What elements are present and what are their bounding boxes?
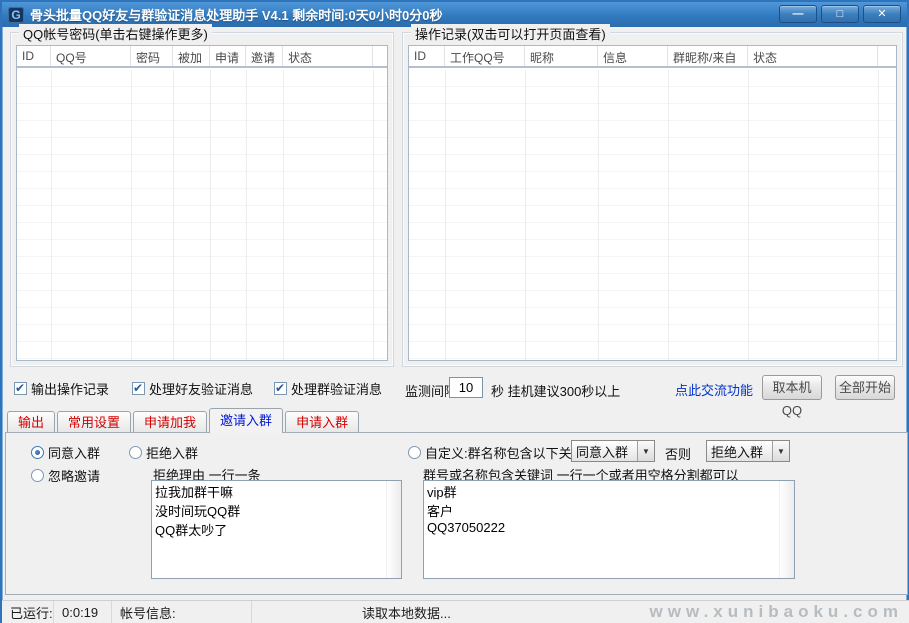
control-bar: 输出操作记录 处理好友验证消息 处理群验证消息 监测间隔 秒 挂机建议300秒以…: [2, 372, 909, 404]
get-local-qq-button[interactable]: 取本机QQ: [762, 375, 822, 400]
chevron-down-icon[interactable]: ▼: [772, 441, 789, 461]
checkbox-group-verify[interactable]: 处理群验证消息: [274, 378, 382, 398]
interval-suffix: 秒 挂机建议300秒以上: [491, 381, 620, 400]
col-id: ID: [17, 46, 51, 66]
col-status: 状态: [283, 46, 373, 66]
checkbox-icon[interactable]: [14, 382, 27, 395]
tab-apply-to-group[interactable]: 申请入群: [285, 411, 359, 433]
records-table-body[interactable]: [409, 70, 896, 360]
reject-reasons-textarea[interactable]: 拉我加群干嘛 没时间玩QQ群 QQ群太吵了: [152, 481, 401, 578]
close-icon[interactable]: ✕: [863, 5, 901, 23]
window-title: 骨头批量QQ好友与群验证消息处理助手 V4.1 剩余时间:0天0小时0分0秒: [30, 5, 442, 24]
col-added: 被加: [173, 46, 210, 66]
else-action-select[interactable]: 拒绝入群 ▼: [706, 440, 790, 462]
col-status: 状态: [748, 46, 878, 66]
col-message: 信息: [598, 46, 668, 66]
keywords-textarea[interactable]: vip群 客户 QQ37050222: [424, 481, 794, 578]
checkbox-icon[interactable]: [132, 382, 145, 395]
accounts-table[interactable]: ID QQ号 密码 被加 申请 邀请 状态: [16, 45, 388, 361]
accounts-table-body[interactable]: [17, 70, 387, 360]
chat-feature-link[interactable]: 点此交流功能: [675, 380, 753, 399]
accounts-table-header: ID QQ号 密码 被加 申请 邀请 状态: [17, 46, 387, 68]
radio-icon[interactable]: [129, 446, 142, 459]
col-id: ID: [409, 46, 445, 66]
reject-reasons-field-wrap: 拉我加群干嘛 没时间玩QQ群 QQ群太吵了: [151, 480, 402, 579]
radio-icon[interactable]: [31, 446, 44, 459]
col-work-qq: 工作QQ号: [445, 46, 525, 66]
app-icon: G: [8, 7, 24, 23]
tab-invite-to-group[interactable]: 邀请入群: [209, 408, 283, 433]
accounts-groupbox: QQ帐号密码(单击右键操作更多) ID QQ号 密码 被加 申请 邀请 状态: [10, 32, 394, 367]
radio-custom-keywords[interactable]: 自定义:群名称包含以下关键词: [408, 443, 598, 462]
otherwise-label: 否则: [665, 444, 691, 463]
tab-apply-add-me[interactable]: 申请加我: [133, 411, 207, 433]
watermark-text: www.xunibaoku.com: [650, 602, 903, 622]
col-group-from: 群昵称/来自: [668, 46, 748, 66]
match-action-select[interactable]: 同意入群 ▼: [571, 440, 655, 462]
status-message: 读取本地数据...: [252, 601, 459, 623]
accounts-groupbox-title: QQ帐号密码(单击右键操作更多): [19, 24, 212, 43]
chevron-down-icon[interactable]: ▼: [637, 441, 654, 461]
col-password: 密码: [131, 46, 173, 66]
col-invite: 邀请: [246, 46, 283, 66]
radio-ignore-invite[interactable]: 忽略邀请: [31, 466, 100, 485]
col-qq: QQ号: [51, 46, 131, 66]
keywords-field-wrap: vip群 客户 QQ37050222: [423, 480, 795, 579]
radio-agree-join[interactable]: 同意入群: [31, 443, 100, 462]
radio-icon[interactable]: [408, 446, 421, 459]
maximize-icon[interactable]: □: [821, 5, 859, 23]
records-table-header: ID 工作QQ号 昵称 信息 群昵称/来自 状态: [409, 46, 896, 68]
app-window: G 骨头批量QQ好友与群验证消息处理助手 V4.1 剩余时间:0天0小时0分0秒…: [0, 0, 909, 623]
radio-icon[interactable]: [31, 469, 44, 482]
tab-output[interactable]: 输出: [7, 411, 55, 433]
radio-reject-join[interactable]: 拒绝入群: [129, 443, 198, 462]
tab-strip: 输出 常用设置 申请加我 邀请入群 申请入群: [7, 408, 361, 433]
records-groupbox: 操作记录(双击可以打开页面查看) ID 工作QQ号 昵称 信息 群昵称/来自 状…: [402, 32, 903, 367]
checkbox-friend-verify[interactable]: 处理好友验证消息: [132, 378, 253, 398]
account-info-label: 帐号信息:: [112, 601, 252, 623]
minimize-icon[interactable]: —: [779, 5, 817, 23]
records-groupbox-title: 操作记录(双击可以打开页面查看): [411, 24, 610, 43]
start-all-button[interactable]: 全部开始: [835, 375, 895, 400]
checkbox-icon[interactable]: [274, 382, 287, 395]
running-time: 0:0:19: [54, 601, 112, 623]
running-label: 已运行:: [2, 601, 54, 623]
col-nickname: 昵称: [525, 46, 598, 66]
col-apply: 申请: [210, 46, 246, 66]
checkbox-output-records[interactable]: 输出操作记录: [14, 378, 109, 398]
interval-input[interactable]: [449, 377, 483, 398]
records-table[interactable]: ID 工作QQ号 昵称 信息 群昵称/来自 状态: [408, 45, 897, 361]
tab-common-settings[interactable]: 常用设置: [57, 411, 131, 433]
invite-tab-panel: 同意入群 拒绝入群 忽略邀请 拒绝理由 一行一条 拉我加群干嘛 没时间玩QQ群 …: [5, 432, 908, 595]
